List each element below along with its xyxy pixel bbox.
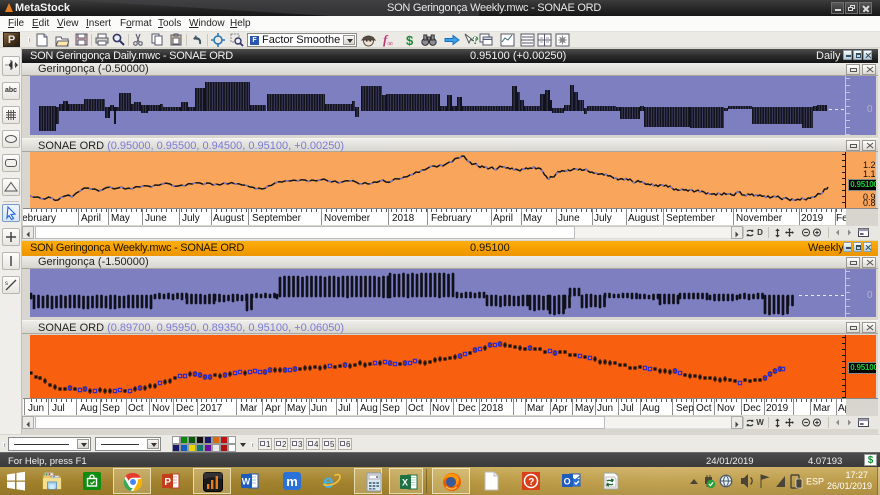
svg-text:?: ? [528,477,534,488]
svg-text:s: s [5,281,8,287]
svg-text:m: m [286,474,298,489]
svg-text:X: X [402,478,408,488]
svg-text:e: e [323,472,334,491]
svg-text:O: O [564,476,571,486]
svg-text:ESP: ESP [806,477,824,487]
svg-text:W: W [242,477,251,487]
svg-text:P: P [164,477,171,488]
